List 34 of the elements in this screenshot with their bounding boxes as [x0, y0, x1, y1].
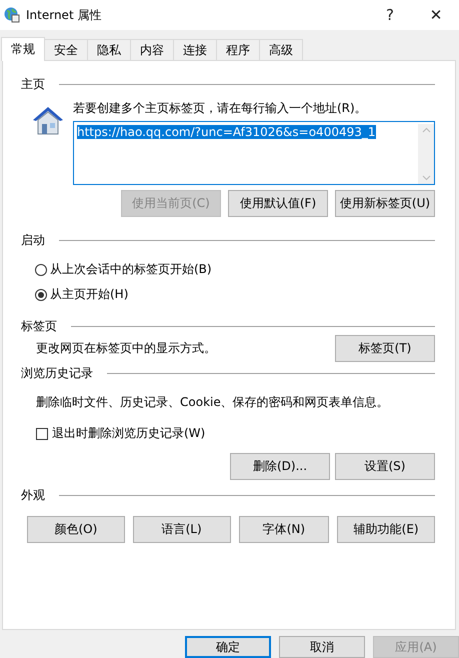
section-heading: 外观	[21, 486, 45, 504]
checkbox[interactable]	[36, 428, 48, 440]
radio-option[interactable]: 从主页开始(H)	[35, 286, 435, 303]
radio-button[interactable]	[35, 288, 47, 300]
instruction-text: 若要创建多个主页标签页，请在每行输入一个地址(R)。	[73, 100, 368, 117]
radio-button[interactable]	[35, 264, 47, 276]
section-heading: 启动	[21, 232, 45, 248]
radio-option[interactable]: 从上次会话中的标签页开始(B)	[35, 261, 435, 278]
globe-icon	[4, 7, 20, 23]
help-button[interactable]: ?	[367, 6, 413, 24]
appearance-button[interactable]: 颜色(O)	[27, 516, 125, 543]
window-title: Internet 属性	[26, 6, 102, 24]
appearance-button[interactable]: 语言(L)	[132, 516, 230, 543]
tab[interactable]: 常规	[1, 37, 45, 61]
appearance-button[interactable]: 辅助功能(E)	[337, 516, 436, 543]
tabs-settings-button[interactable]: 标签页(T)	[335, 335, 435, 362]
checkbox-label: 退出时删除浏览历史记录(W)	[52, 425, 206, 442]
description-text: 删除临时文件、历史记录、Cookie、保存的密码和网页表单信息。	[35, 394, 390, 411]
home-page-button[interactable]: 使用新标签页(U)	[335, 190, 435, 217]
radio-label: 从上次会话中的标签页开始(B)	[50, 261, 212, 278]
tab[interactable]: 高级	[259, 39, 303, 60]
home-page-field[interactable]: https://hao.qq.com/?unc=Af31026&s=o400493_1	[73, 121, 435, 185]
radio-label: 从主页开始(H)	[50, 286, 128, 303]
home-page-button[interactable]: 使用默认值(F)	[228, 190, 328, 217]
section-heading: 主页	[21, 76, 45, 92]
dialog-button[interactable]: 取消	[279, 636, 365, 658]
description-text: 更改网页在标签页中的显示方式。	[36, 340, 216, 357]
close-button[interactable]: ✕	[413, 6, 459, 24]
dialog-button[interactable]: 确定	[185, 636, 271, 658]
history-button[interactable]: 设置(S)	[335, 453, 435, 480]
appearance-button[interactable]: 字体(N)	[238, 516, 330, 543]
history-button[interactable]: 删除(D)...	[230, 453, 330, 480]
section-heading: 浏览历史记录	[21, 364, 93, 382]
section-heading: 标签页	[21, 318, 57, 334]
